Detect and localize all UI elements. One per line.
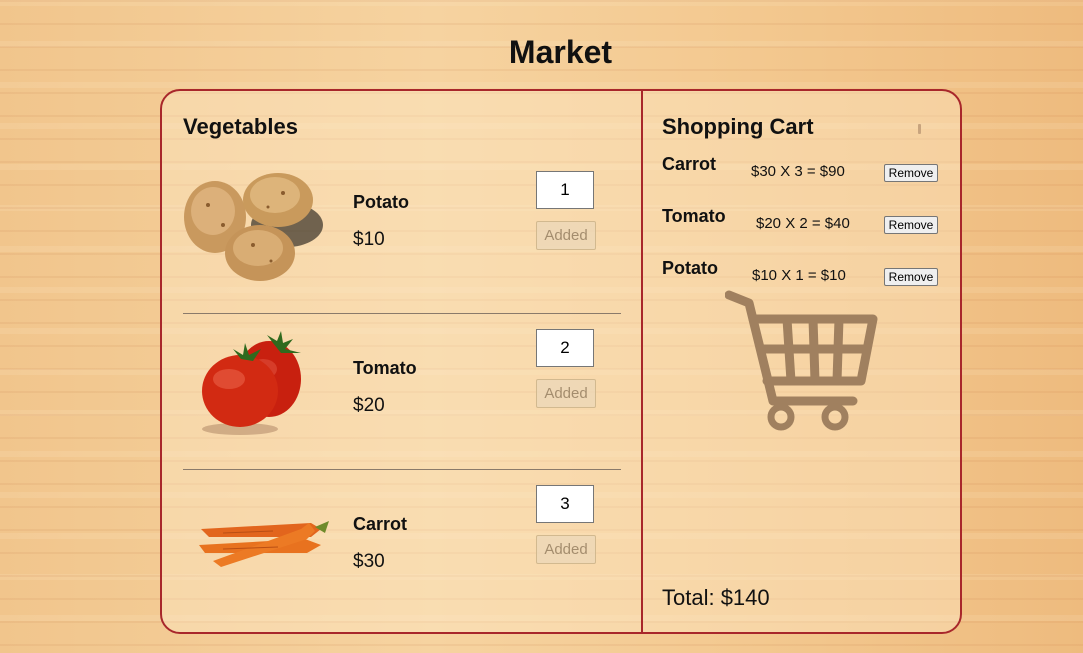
cart-item-calculation: $10 X 1 = $10	[752, 267, 846, 284]
quantity-input[interactable]	[536, 171, 594, 209]
carrot-image	[199, 521, 329, 567]
added-button[interactable]: Added	[536, 535, 596, 564]
cart-item-name: Tomato	[662, 206, 726, 226]
cart-heading: Shopping Cart	[662, 114, 814, 139]
added-button[interactable]: Added	[536, 221, 596, 250]
tomato-image	[202, 331, 301, 435]
cart-item-name: Potato	[662, 258, 718, 278]
vegetable-price: $20	[353, 395, 385, 416]
item-divider	[183, 469, 621, 470]
quantity-input[interactable]	[536, 329, 594, 367]
vegetable-price: $30	[353, 551, 385, 572]
item-divider	[183, 313, 621, 314]
cart-item-calculation: $30 X 3 = $90	[751, 163, 845, 180]
remove-button[interactable]: Remove	[884, 216, 938, 234]
vegetables-heading: Vegetables	[183, 114, 298, 139]
potato-image	[184, 173, 323, 281]
remove-button[interactable]: Remove	[884, 164, 938, 182]
cart-row-carrot: Carrot $30 X 3 = $90 Remove	[662, 154, 942, 184]
cart-total: Total: $140	[662, 585, 770, 610]
cart-item-calculation: $20 X 2 = $40	[756, 215, 850, 232]
panel-divider	[641, 91, 643, 632]
quantity-input[interactable]	[536, 485, 594, 523]
shopping-cart-icon	[725, 290, 878, 431]
vegetable-name: Tomato	[353, 358, 417, 378]
cart-row-potato: Potato $10 X 1 = $10 Remove	[662, 258, 942, 288]
vegetable-name: Carrot	[353, 514, 408, 534]
vegetable-item-potato: Potato $10 Added	[183, 165, 621, 295]
vegetable-item-tomato: Tomato $20 Added	[183, 329, 621, 461]
market-panel: Vegetables Potato $10 Added	[160, 89, 962, 634]
page-title: Market	[508, 34, 613, 70]
scroll-indicator	[918, 124, 921, 134]
vegetable-name: Potato	[353, 192, 409, 212]
vegetable-item-carrot: Carrot $30 Added	[183, 485, 621, 617]
cart-item-name: Carrot	[662, 154, 717, 174]
added-button[interactable]: Added	[536, 379, 596, 408]
vegetable-price: $10	[353, 229, 385, 250]
remove-button[interactable]: Remove	[884, 268, 938, 286]
cart-row-tomato: Tomato $20 X 2 = $40 Remove	[662, 206, 942, 236]
